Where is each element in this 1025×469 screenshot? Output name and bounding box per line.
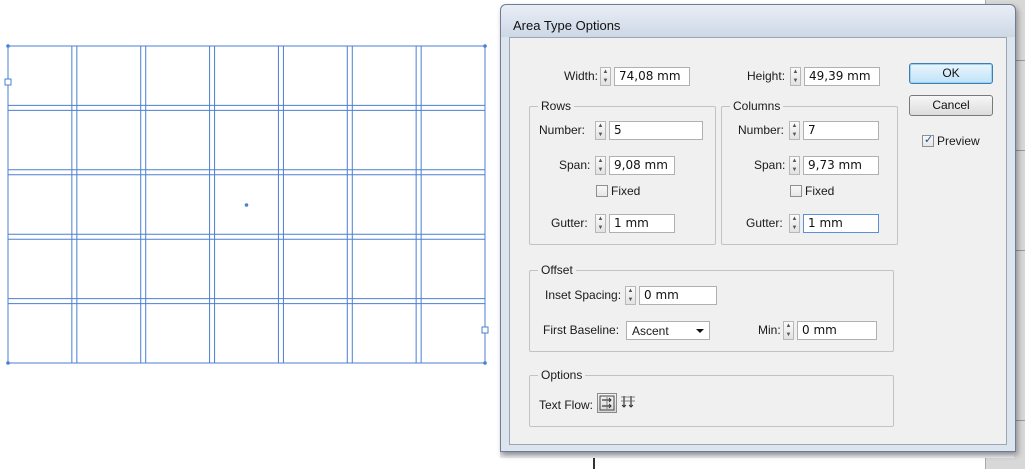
columns-span-field: ▲ ▼ 9,73 mm [789,156,879,175]
dialog-titlebar[interactable]: Area Type Options [501,5,1015,37]
spin-down-icon[interactable]: ▼ [792,77,799,85]
text-flow-columns-button[interactable] [619,393,639,413]
columns-span-stepper[interactable]: ▲ ▼ [789,156,800,175]
columns-number-stepper[interactable]: ▲ ▼ [789,121,800,140]
columns-span-label: Span: [754,158,786,172]
corner-point [483,361,487,365]
offset-title: Offset [538,263,576,277]
preview-checkbox[interactable]: ✓ [922,134,934,147]
min-label: Min: [758,323,781,337]
spin-down-icon[interactable]: ▼ [597,131,604,139]
columns-gutter-input[interactable]: 1 mm [803,214,879,233]
corner-point [6,44,10,48]
first-baseline-select[interactable]: Ascent [626,321,710,340]
rows-title: Rows [538,99,575,113]
rows-gutter-input[interactable]: 1 mm [609,214,675,233]
area-type-options-dialog: Area Type Options Width: ▲ ▼ 74,08 mm Hei… [500,4,1016,452]
spin-up-icon[interactable]: ▲ [597,215,604,223]
height-stepper[interactable]: ▲ ▼ [790,67,801,86]
inset-spacing-label: Inset Spacing: [545,288,622,302]
columns-fixed-label: Fixed [805,184,835,198]
width-label: Width: [564,69,599,83]
spin-up-icon[interactable]: ▲ [792,68,799,76]
min-input[interactable]: 0 mm [797,321,877,340]
area-type-grid-preview[interactable] [0,0,505,469]
spin-up-icon[interactable]: ▲ [791,122,798,130]
columns-number-label: Number: [738,123,785,137]
spin-up-icon[interactable]: ▲ [597,157,604,165]
rows-gutter-label: Gutter: [551,216,588,230]
inset-spacing-field: ▲ ▼ 0 mm [625,286,717,305]
ok-button[interactable]: OK [909,63,993,84]
spin-down-icon[interactable]: ▼ [602,77,609,85]
columns-gutter-field: ▲ ▼ 1 mm [789,214,879,233]
rows-gutter-field: ▲ ▼ 1 mm [595,214,675,233]
width-input[interactable]: 74,08 mm [614,67,690,86]
inset-spacing-stepper[interactable]: ▲ ▼ [625,286,636,305]
width-field: ▲ ▼ 74,08 mm [600,67,690,86]
first-baseline-label: First Baseline: [543,323,620,337]
anchor-handle-icon[interactable] [4,78,12,86]
spin-down-icon[interactable]: ▼ [597,166,604,174]
min-field: ▲ ▼ 0 mm [783,321,877,340]
columns-gutter-label: Gutter: [746,216,783,230]
anchor-handle-icon[interactable] [481,326,489,334]
rows-number-stepper[interactable]: ▲ ▼ [595,121,606,140]
checkmark-icon: ✓ [924,134,934,146]
rows-number-input[interactable]: 5 [609,121,703,140]
rows-span-label: Span: [559,158,591,172]
spin-down-icon[interactable]: ▼ [785,331,792,339]
rows-fixed-checkbox[interactable] [596,185,608,197]
columns-title: Columns [730,99,784,113]
options-title: Options [538,368,586,382]
options-group: Options Text Flow: [529,368,894,427]
rows-fixed-label: Fixed [611,184,641,198]
height-field: ▲ ▼ 49,39 mm [790,67,880,86]
spin-down-icon[interactable]: ▼ [791,131,798,139]
rows-span-field: ▲ ▼ 9,08 mm [595,156,675,175]
spin-down-icon[interactable]: ▼ [791,166,798,174]
text-flow-label: Text Flow: [539,398,594,412]
spin-up-icon[interactable]: ▲ [785,322,792,330]
width-stepper[interactable]: ▲ ▼ [600,67,611,86]
spin-up-icon[interactable]: ▲ [597,122,604,130]
center-point-icon [244,203,249,207]
dropdown-caret-icon [696,329,704,333]
columns-gutter-stepper[interactable]: ▲ ▼ [789,214,800,233]
columns-number-field: ▲ ▼ 7 [789,121,879,140]
offset-group: Offset Inset Spacing: ▲ ▼ 0 mm First Base… [529,263,894,352]
artboard-canvas[interactable] [0,0,505,469]
height-input[interactable]: 49,39 mm [804,67,880,86]
cancel-button[interactable]: Cancel [909,95,993,116]
dialog-title: Area Type Options [513,18,621,33]
preview-label: Preview [937,134,980,148]
min-stepper[interactable]: ▲ ▼ [783,321,794,340]
rows-gutter-stepper[interactable]: ▲ ▼ [595,214,606,233]
rows-span-stepper[interactable]: ▲ ▼ [595,156,606,175]
rows-group: Rows Number: ▲ ▼ 5 Span: ▲ ▼ 9,08 mm Fixed… [529,99,716,245]
spin-down-icon[interactable]: ▼ [791,224,798,232]
spin-down-icon[interactable]: ▼ [597,224,604,232]
inset-spacing-input[interactable]: 0 mm [639,286,717,305]
dialog-body: Width: ▲ ▼ 74,08 mm Height: ▲ ▼ 49,39 mm O… [509,37,1007,445]
text-flow-by-columns-icon [621,396,635,408]
corner-point [483,44,487,48]
columns-number-input[interactable]: 7 [803,121,879,140]
rows-number-field: ▲ ▼ 5 [595,121,703,140]
columns-group: Columns Number: ▲ ▼ 7 Span: ▲ ▼ 9,73 mm Fi… [721,99,898,245]
spin-up-icon[interactable]: ▲ [791,157,798,165]
height-label: Height: [747,69,786,83]
spin-up-icon[interactable]: ▲ [627,287,634,295]
rows-number-label: Number: [539,123,586,137]
columns-fixed-checkbox[interactable] [790,185,802,197]
columns-span-input[interactable]: 9,73 mm [803,156,879,175]
text-flow-by-rows-icon [599,395,615,411]
corner-point [6,361,10,365]
spin-up-icon[interactable]: ▲ [602,68,609,76]
spin-down-icon[interactable]: ▼ [627,296,634,304]
spin-up-icon[interactable]: ▲ [791,215,798,223]
first-baseline-value: Ascent [632,324,669,338]
rows-span-input[interactable]: 9,08 mm [609,156,675,175]
text-flow-rows-button[interactable] [597,393,617,413]
